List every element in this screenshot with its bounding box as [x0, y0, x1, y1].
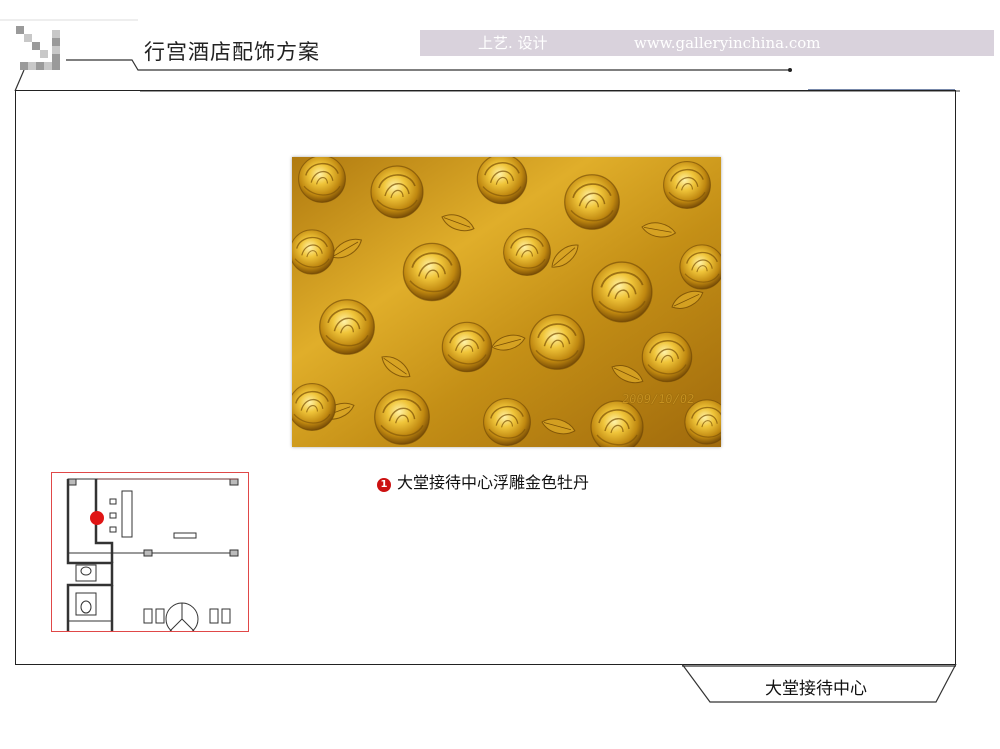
floor-plan-location-marker: 1 — [90, 511, 104, 525]
footer-section-label: 大堂接待中心 — [765, 679, 867, 699]
brand-logo-icon — [16, 26, 60, 70]
caption-text: 大堂接待中心浮雕金色牡丹 — [397, 473, 590, 492]
caption-number-marker: 1 — [377, 478, 391, 492]
photo-date-stamp: 2009/10/02 — [621, 392, 695, 406]
floor-plan-thumbnail: 1 — [51, 472, 249, 632]
banner-brand-text: 上艺. 设计 — [478, 34, 548, 52]
banner-url-link[interactable]: www.galleryinchina.com — [634, 30, 821, 56]
header-banner: 上艺. 设计 www.galleryinchina.com — [420, 30, 994, 56]
floor-plan-drawing — [66, 478, 239, 631]
photo-caption: 1 大堂接待中心浮雕金色牡丹 — [377, 469, 589, 493]
page-title: 行宫酒店配饰方案 — [144, 40, 320, 64]
